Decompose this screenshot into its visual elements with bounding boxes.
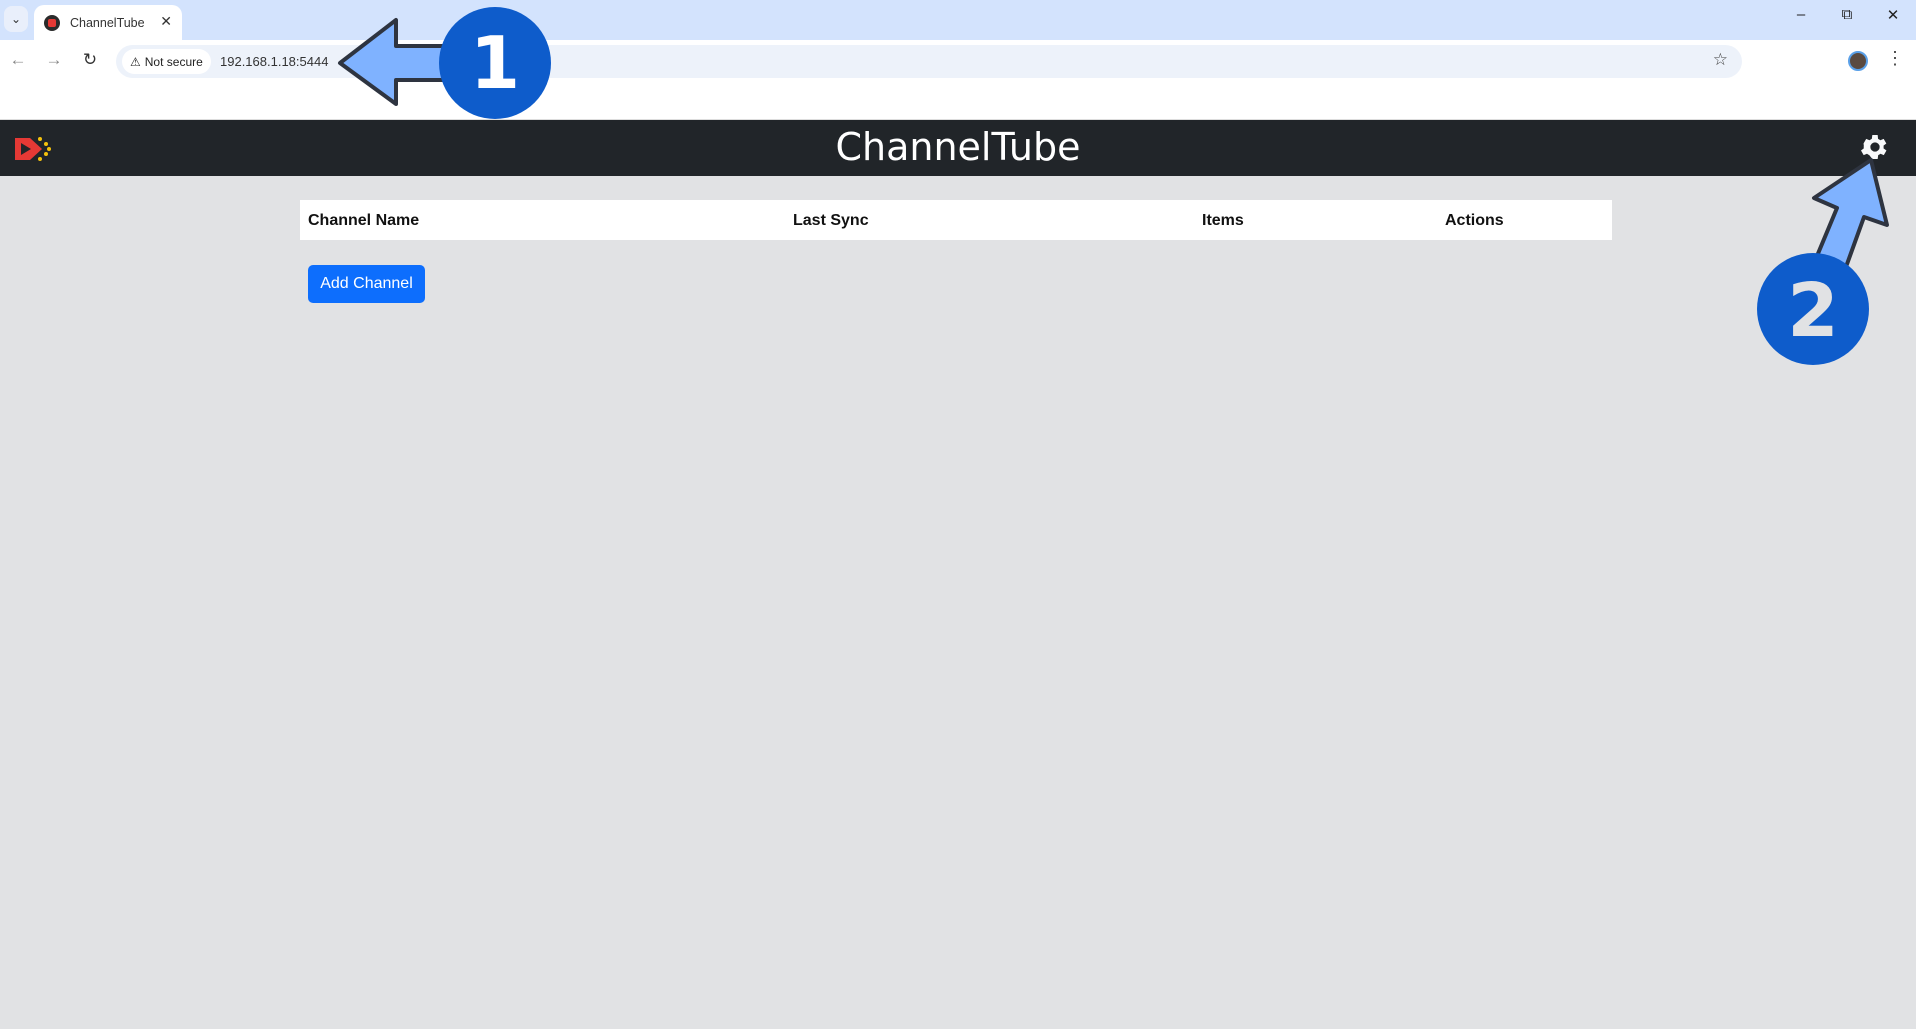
app-navbar: ChannelTube <box>0 120 1916 176</box>
kebab-menu-icon[interactable]: ⋮ <box>1886 48 1904 69</box>
add-channel-button[interactable]: Add Channel <box>308 265 425 303</box>
security-chip[interactable]: ⚠ Not secure <box>122 49 211 74</box>
address-bar[interactable]: ⚠ Not secure 192.168.1.18:5444 ☆ <box>116 45 1742 78</box>
forward-icon[interactable]: → <box>42 50 66 70</box>
chevron-down-icon[interactable]: ⌄ <box>4 6 28 32</box>
channels-table-header: Channel Name Last Sync Items Actions <box>300 200 1612 240</box>
step-2-label: 2 <box>1787 268 1839 354</box>
reload-icon[interactable]: ↻ <box>78 50 102 70</box>
tab-title: ChannelTube <box>70 15 145 30</box>
gear-icon[interactable] <box>1859 131 1891 163</box>
url-text[interactable]: 192.168.1.18:5444 <box>220 54 328 69</box>
minimize-icon[interactable]: – <box>1786 6 1816 23</box>
close-icon[interactable]: ✕ <box>160 13 172 30</box>
browser-tab[interactable]: ChannelTube ✕ <box>34 5 182 40</box>
back-icon[interactable]: ← <box>6 50 30 70</box>
star-icon[interactable]: ☆ <box>1713 50 1728 70</box>
column-channel-name: Channel Name <box>308 212 420 229</box>
favicon-icon <box>44 14 60 31</box>
app-title: ChannelTube <box>835 125 1081 169</box>
browser-toolbar: ← → ↻ ⚠ Not secure 192.168.1.18:5444 ☆ ⋮ <box>0 40 1916 120</box>
close-window-icon[interactable]: ✕ <box>1878 6 1908 24</box>
column-items: Items <box>1202 212 1244 229</box>
step-badge-2 <box>1757 253 1869 365</box>
column-last-sync: Last Sync <box>793 212 869 229</box>
tab-strip: ⌄ ChannelTube ✕ – ⧉ ✕ <box>0 0 1916 40</box>
restore-icon[interactable]: ⧉ <box>1832 6 1862 23</box>
avatar[interactable] <box>1848 51 1868 71</box>
arrow-2 <box>1810 158 1889 280</box>
column-actions: Actions <box>1445 212 1504 229</box>
warning-icon: ⚠ <box>130 54 141 69</box>
security-label: Not secure <box>144 54 203 69</box>
